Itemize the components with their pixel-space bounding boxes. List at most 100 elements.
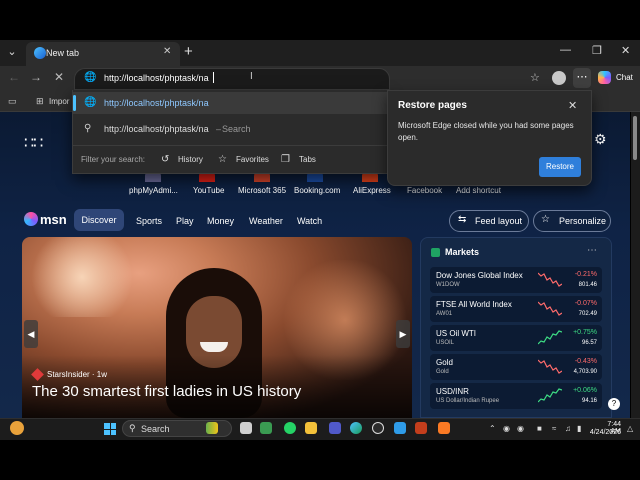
page-settings-gear-icon[interactable]: ⚙	[594, 131, 607, 148]
quick-link-phpmyadmin[interactable]: phpMyAdmi...	[129, 186, 178, 195]
market-name[interactable]: Dow Jones Global Index	[436, 271, 523, 280]
taskbar-search-label[interactable]: Search	[141, 424, 170, 434]
notepad-icon[interactable]	[394, 422, 406, 434]
market-sparkline	[538, 388, 562, 403]
teams-icon[interactable]	[329, 422, 341, 434]
carousel-prev-icon[interactable]: ◀	[24, 320, 38, 348]
market-sparkline	[538, 359, 562, 374]
market-name[interactable]: Gold	[436, 358, 453, 367]
star-icon: ☆	[218, 154, 227, 165]
sparkline-path	[538, 301, 562, 316]
task-view-icon[interactable]	[240, 422, 252, 434]
search-icon: ⚲	[84, 123, 92, 134]
app-launcher-icon[interactable]: ∷∷	[24, 133, 43, 153]
help-icon[interactable]: ?	[608, 398, 620, 410]
tab-play[interactable]: Play	[176, 216, 194, 226]
market-name[interactable]: FTSE All World Index	[436, 300, 512, 309]
xampp-icon[interactable]	[438, 422, 450, 434]
volume-icon[interactable]: ♫	[565, 424, 571, 433]
carousel-next-icon[interactable]: ▶	[396, 320, 410, 348]
address-input[interactable]: http://localhost/phptask/na	[104, 73, 209, 83]
notifications-icon[interactable]: △	[627, 424, 633, 433]
markets-more-icon[interactable]: ⋯	[587, 245, 597, 256]
close-window-icon[interactable]: ✕	[621, 44, 630, 57]
markets-icon	[431, 248, 440, 257]
start-icon[interactable]	[104, 423, 116, 435]
market-value: 4,703.90	[573, 369, 597, 375]
market-symbol: W1DOW	[436, 282, 460, 288]
filter-label: Filter your search:	[81, 155, 146, 164]
tray-app-icon[interactable]: ■	[537, 424, 542, 433]
restore-message: Microsoft Edge closed while you had some…	[398, 121, 574, 142]
widgets-icon[interactable]	[260, 422, 272, 434]
weather-widget-icon[interactable]	[10, 421, 24, 435]
tray-app-icon[interactable]: ◉	[503, 424, 510, 433]
back-icon[interactable]: ←	[8, 70, 20, 84]
search-highlight-icon[interactable]	[206, 422, 218, 434]
tray-app-icon[interactable]: ◉	[517, 424, 524, 433]
market-sparkline	[538, 272, 562, 287]
hero-image-glow	[22, 237, 142, 317]
tab-discover[interactable]: Discover	[74, 209, 124, 231]
suggestion-search-query[interactable]: http://localhost/phptask/na	[104, 124, 209, 134]
chatgpt-icon[interactable]	[372, 422, 384, 434]
msn-logo-icon[interactable]	[24, 212, 38, 226]
markets-title[interactable]: Markets	[445, 247, 479, 257]
wifi-icon[interactable]: ≈	[552, 424, 556, 433]
tab-weather[interactable]: Weather	[249, 216, 283, 226]
market-sparkline	[538, 330, 562, 345]
tab-money[interactable]: Money	[207, 216, 234, 226]
market-value: 702.49	[578, 311, 597, 317]
file-explorer-icon[interactable]	[305, 422, 317, 434]
market-change: -0.21%	[574, 271, 597, 278]
feed-layout-icon: ⇆	[458, 214, 467, 225]
selection-indicator	[73, 95, 76, 111]
suggestion-url[interactable]: http://localhost/phptask/na	[104, 98, 209, 108]
sparkline-path	[538, 272, 562, 287]
whatsapp-icon[interactable]	[284, 422, 296, 434]
favorites-folder-icon[interactable]: ▭	[8, 96, 17, 107]
edge-taskbar-icon[interactable]	[350, 422, 362, 434]
market-name[interactable]: US Oil WTI	[436, 329, 476, 338]
msn-logo-text[interactable]: msn	[40, 212, 67, 227]
import-icon[interactable]: ⊞	[36, 96, 44, 107]
forward-icon[interactable]: →	[30, 70, 42, 84]
copilot-icon[interactable]	[598, 71, 611, 84]
quick-link-youtube[interactable]: YouTube	[193, 186, 224, 195]
sparkline-path	[538, 330, 562, 345]
scrollbar-thumb[interactable]	[633, 116, 637, 160]
story-headline[interactable]: The 30 smartest first ladies in US histo…	[32, 383, 301, 400]
divider	[73, 145, 387, 146]
import-favorites-link[interactable]: Impor	[49, 97, 69, 106]
quick-link-aliexpress[interactable]: AliExpress	[353, 186, 391, 195]
close-icon[interactable]: ✕	[568, 99, 577, 112]
quick-link-booking[interactable]: Booking.com	[294, 186, 340, 195]
stop-icon[interactable]: ✕	[54, 70, 64, 84]
show-hidden-icons-icon[interactable]: ⌃	[489, 424, 496, 433]
minimize-icon[interactable]: —	[560, 44, 571, 56]
market-name[interactable]: USD/INR	[436, 387, 469, 396]
close-tab-icon[interactable]: ✕	[163, 46, 171, 57]
edge-icon	[34, 47, 46, 59]
tab-sports[interactable]: Sports	[136, 216, 162, 226]
profile-avatar[interactable]	[552, 71, 566, 85]
battery-icon[interactable]: ▮	[577, 424, 581, 433]
tab-watch[interactable]: Watch	[297, 216, 322, 226]
filter-history[interactable]: History	[178, 155, 203, 164]
chat-button[interactable]: Chat	[616, 73, 633, 82]
quick-link-microsoft-365[interactable]: Microsoft 365	[238, 186, 286, 195]
filter-tabs[interactable]: Tabs	[299, 155, 316, 164]
quick-link-facebook[interactable]: Facebook	[407, 186, 442, 195]
settings-more-icon[interactable]: ⋯	[573, 68, 591, 88]
tab-actions-menu-icon[interactable]: ⌄	[4, 44, 20, 60]
taskbar-date[interactable]: 4/24/2026	[589, 429, 621, 436]
favorites-star-icon[interactable]: ☆	[530, 71, 540, 84]
add-shortcut-link[interactable]: Add shortcut	[456, 186, 501, 195]
market-change: +0.75%	[573, 329, 597, 336]
restore-button[interactable]: Restore	[539, 157, 581, 177]
maximize-icon[interactable]: ❐	[592, 44, 602, 57]
filter-favorites[interactable]: Favorites	[236, 155, 269, 164]
new-tab-icon[interactable]: +	[184, 44, 193, 60]
market-sparkline	[538, 301, 562, 316]
powerpoint-icon[interactable]	[415, 422, 427, 434]
